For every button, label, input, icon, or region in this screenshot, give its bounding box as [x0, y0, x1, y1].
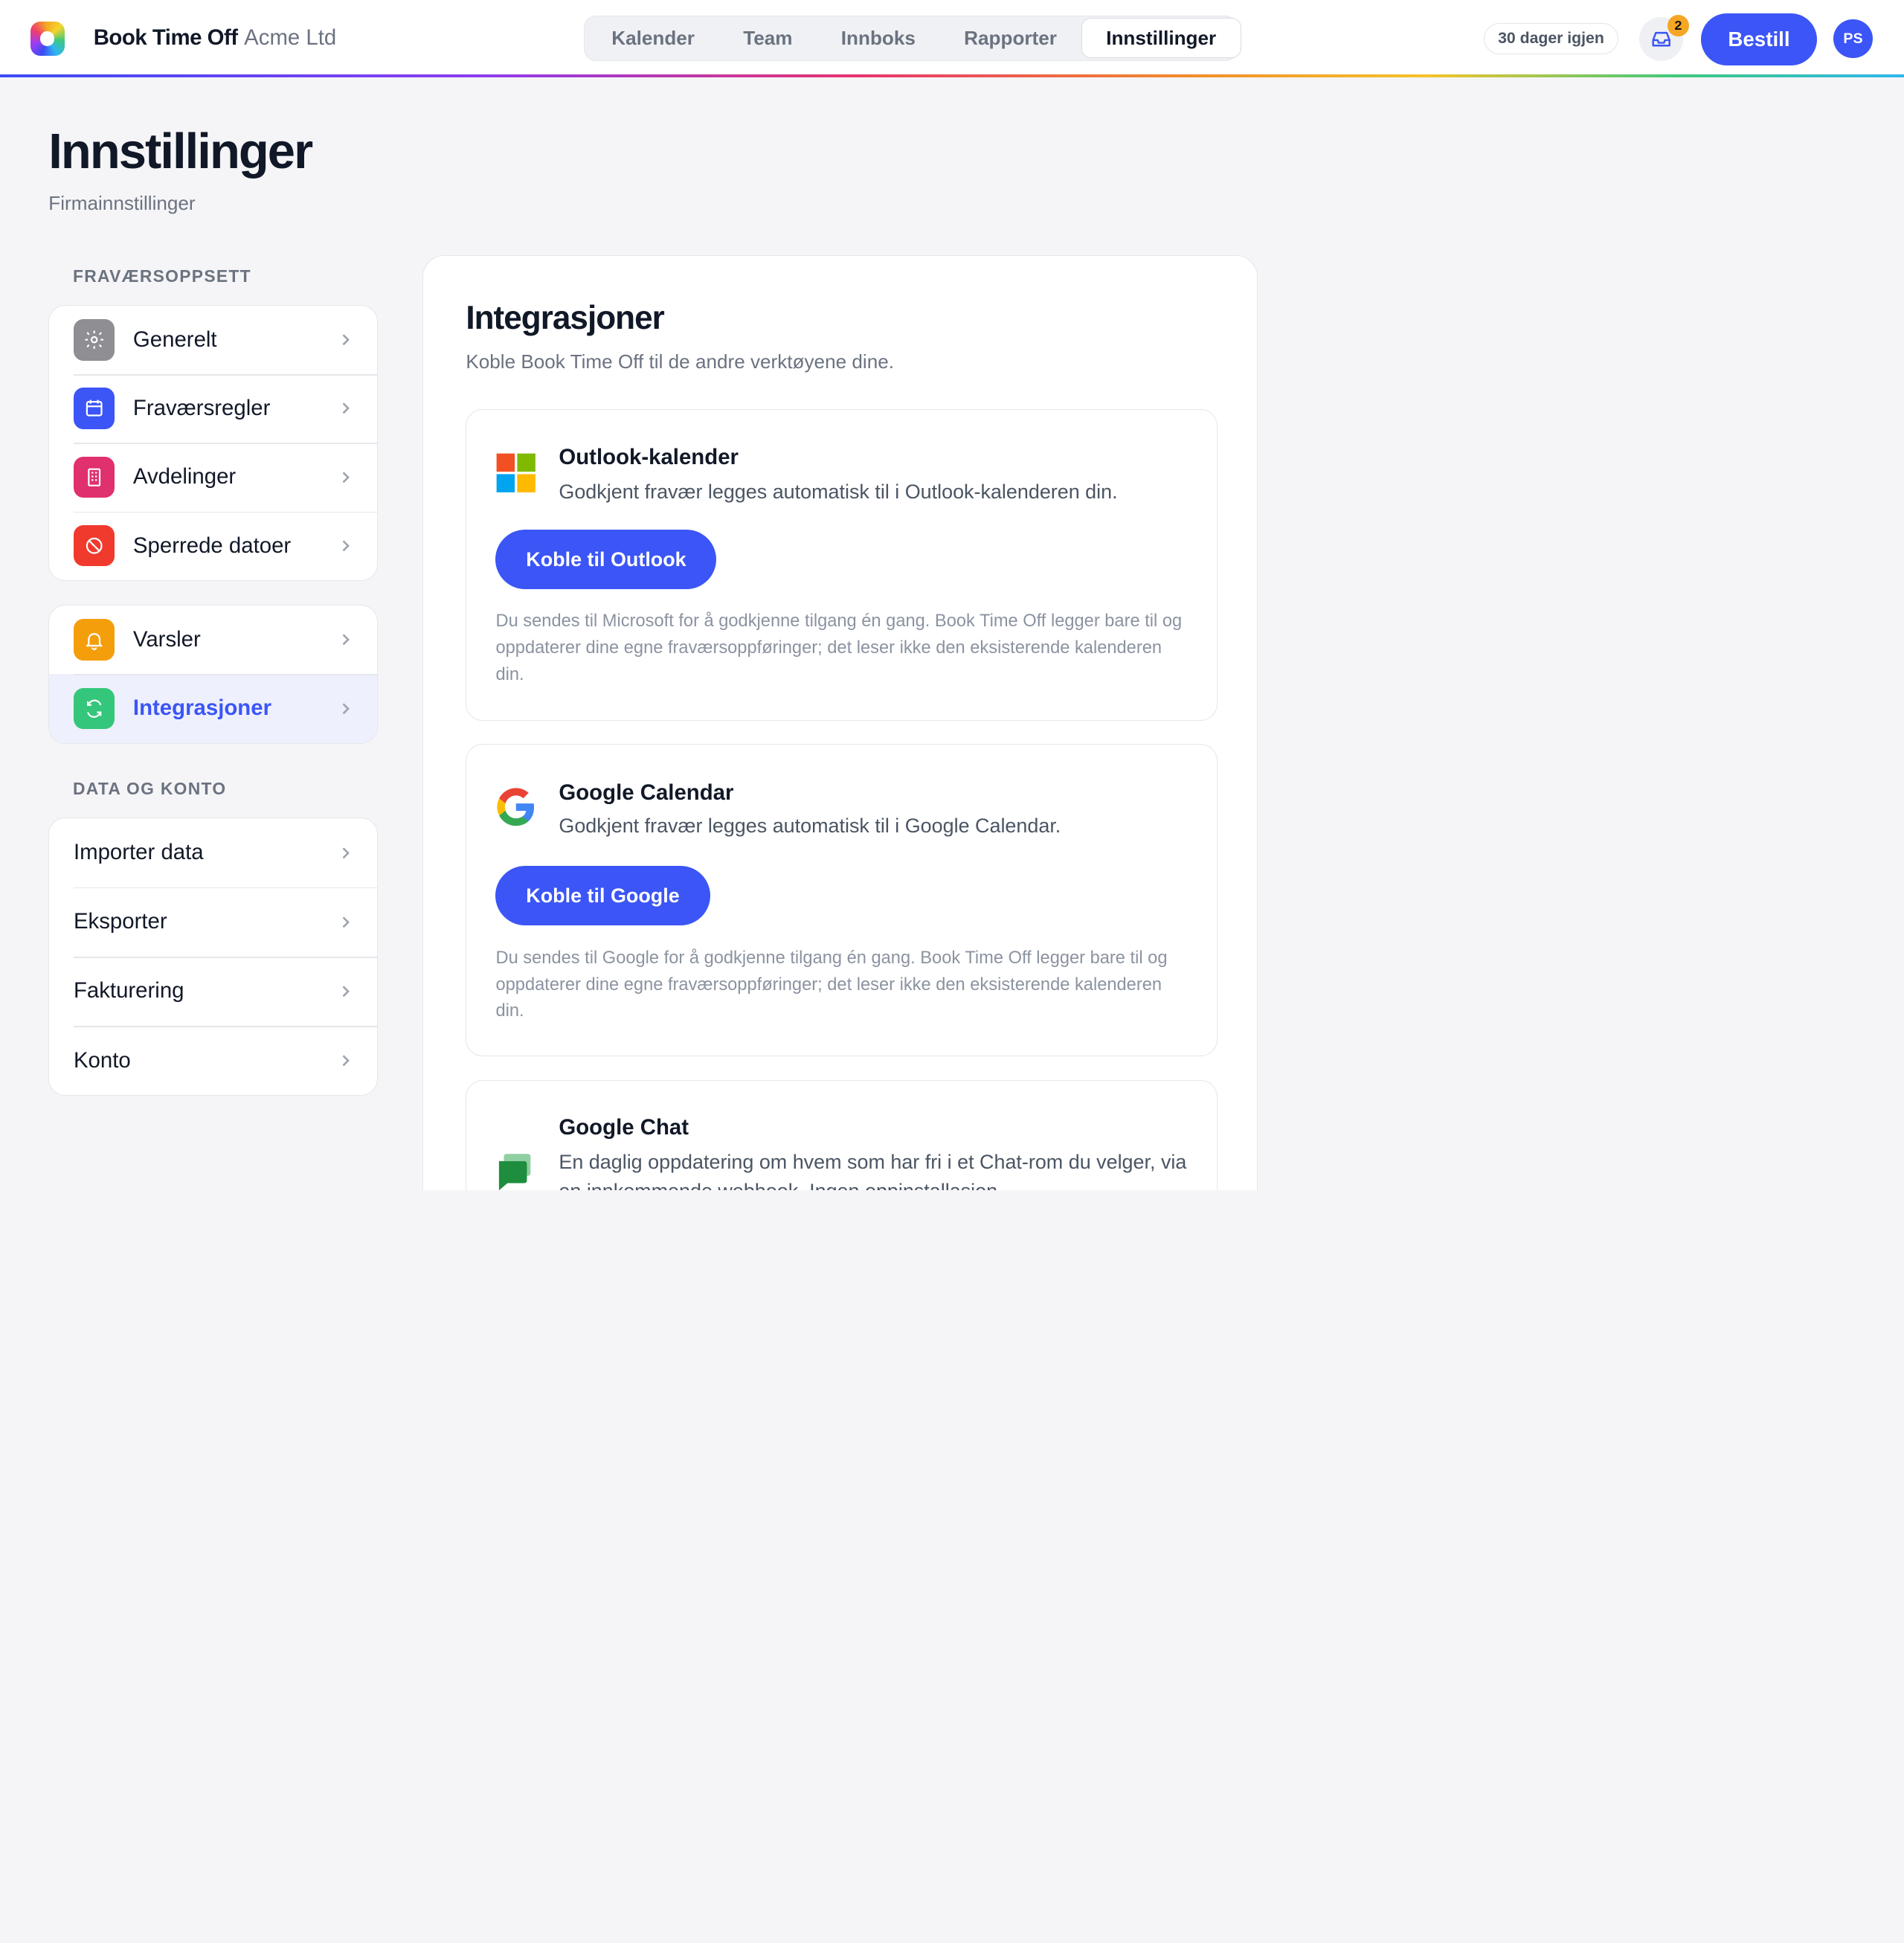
chevron-right-icon: [342, 540, 350, 552]
integration-name: Google Chat: [559, 1115, 689, 1140]
panel-title: Integrasjoner: [466, 299, 664, 336]
sidebar-item-sperrede-datoer[interactable]: Sperrede datoer: [49, 511, 377, 580]
gear-icon: [73, 319, 115, 361]
sidebar-item-importer-data[interactable]: Importer data: [49, 818, 376, 887]
sidebar-item-label: Eksporter: [73, 909, 167, 934]
sidebar-item-label: Avdelinger: [132, 464, 237, 489]
blocked-icon: [73, 524, 115, 567]
building-icon: [73, 456, 115, 498]
integration-description: Godkjent fravær legges automatisk til i …: [559, 815, 1061, 837]
sidebar-group-data: Importer data Eksporter Fakturering Kont…: [48, 817, 378, 1096]
connect-google-button[interactable]: Koble til Google: [495, 866, 710, 926]
integration-card-outlook: Outlook-kalender Godkjent fravær legges …: [466, 408, 1218, 722]
integration-card-google-chat: Google Chat En daglig oppdatering om hve…: [466, 1080, 1218, 1191]
sidebar-item-eksporter[interactable]: Eksporter: [49, 887, 377, 957]
brand-name: Book Time Off: [93, 25, 238, 51]
sidebar-item-label: Fraværsregler: [132, 396, 271, 421]
section-label-absence-setup: FRAVÆRSOPPSETT: [72, 266, 251, 286]
chevron-right-icon: [342, 702, 350, 714]
inbox-count-badge: 2: [1667, 14, 1690, 36]
integration-name: Outlook-kalender: [559, 444, 739, 469]
chevron-right-icon: [342, 402, 350, 414]
sidebar-item-varsler[interactable]: Varsler: [49, 606, 376, 674]
panel-description: Koble Book Time Off til de andre verktøy…: [466, 350, 894, 373]
sidebar-group-notifications: Varsler Integrasjoner: [48, 605, 378, 744]
trial-badge[interactable]: 30 dager igjen: [1484, 23, 1618, 55]
integrations-panel: Integrasjoner Koble Book Time Off til de…: [422, 254, 1258, 1191]
app-logo-icon[interactable]: [30, 22, 65, 57]
sidebar-item-label: Fakturering: [73, 978, 184, 1003]
sync-icon: [73, 687, 115, 730]
sidebar-item-label: Sperrede datoer: [132, 533, 292, 558]
page-title: Innstillinger: [48, 123, 313, 179]
integration-name: Google Calendar: [559, 780, 734, 805]
google-chat-icon: [499, 1154, 531, 1191]
sidebar-item-label: Konto: [73, 1047, 131, 1073]
chevron-right-icon: [342, 986, 350, 997]
section-label-data-account: DATA OG KONTO: [72, 778, 227, 798]
sidebar-item-integrasjoner[interactable]: Integrasjoner: [49, 674, 377, 743]
connect-outlook-button[interactable]: Koble til Outlook: [495, 530, 717, 590]
chevron-right-icon: [342, 1055, 350, 1066]
google-logo-icon: [497, 788, 535, 826]
tab-innboks[interactable]: Innboks: [817, 18, 939, 58]
sidebar-item-fravaersregler[interactable]: Fraværsregler: [49, 374, 377, 443]
integration-card-google-calendar: Google Calendar Godkjent fravær legges a…: [466, 744, 1218, 1056]
integration-note: Du sendes til Google for å godkjenne til…: [495, 948, 1168, 1021]
integration-note: Du sendes til Microsoft for å godkjenne …: [495, 611, 1183, 685]
sidebar-item-label: Integrasjoner: [132, 696, 272, 721]
app-frame: Book Time Off Acme Ltd Kalender Team Inn…: [0, 0, 1904, 1191]
bell-icon: [73, 619, 115, 661]
chevron-right-icon: [342, 634, 350, 646]
top-bar: Book Time Off Acme Ltd Kalender Team Inn…: [0, 0, 1904, 78]
sidebar-item-konto[interactable]: Konto: [49, 1025, 377, 1095]
integration-description: En daglig oppdatering om hvem som har fr…: [559, 1151, 1187, 1190]
tab-kalender[interactable]: Kalender: [588, 18, 719, 58]
calendar-icon: [73, 388, 115, 429]
chevron-right-icon: [342, 916, 350, 928]
microsoft-logo-icon: [497, 453, 536, 492]
chevron-right-icon: [342, 847, 350, 858]
tab-team[interactable]: Team: [719, 18, 817, 58]
sidebar-group-absence: Generelt Fraværsregler Avdelinger Sperre…: [48, 304, 378, 581]
chevron-right-icon: [342, 334, 350, 346]
avatar[interactable]: PS: [1833, 19, 1873, 59]
sidebar-item-generelt[interactable]: Generelt: [49, 306, 376, 374]
main-nav: Kalender Team Innboks Rapporter Innstill…: [584, 16, 1241, 61]
sidebar-item-label: Generelt: [132, 327, 217, 352]
tab-innstillinger[interactable]: Innstillinger: [1081, 18, 1241, 59]
sidebar-item-label: Varsler: [132, 627, 201, 652]
sidebar-item-avdelinger[interactable]: Avdelinger: [49, 443, 377, 511]
tab-rapporter[interactable]: Rapporter: [940, 18, 1081, 58]
chevron-right-icon: [342, 471, 350, 483]
company-name: Acme Ltd: [244, 25, 337, 51]
integration-description: Godkjent fravær legges automatisk til i …: [559, 481, 1118, 503]
order-button[interactable]: Bestill: [1701, 13, 1817, 66]
sidebar-item-fakturering[interactable]: Fakturering: [49, 956, 377, 1026]
page-subtitle: Firmainnstillinger: [48, 191, 196, 214]
sidebar-item-label: Importer data: [73, 840, 204, 865]
